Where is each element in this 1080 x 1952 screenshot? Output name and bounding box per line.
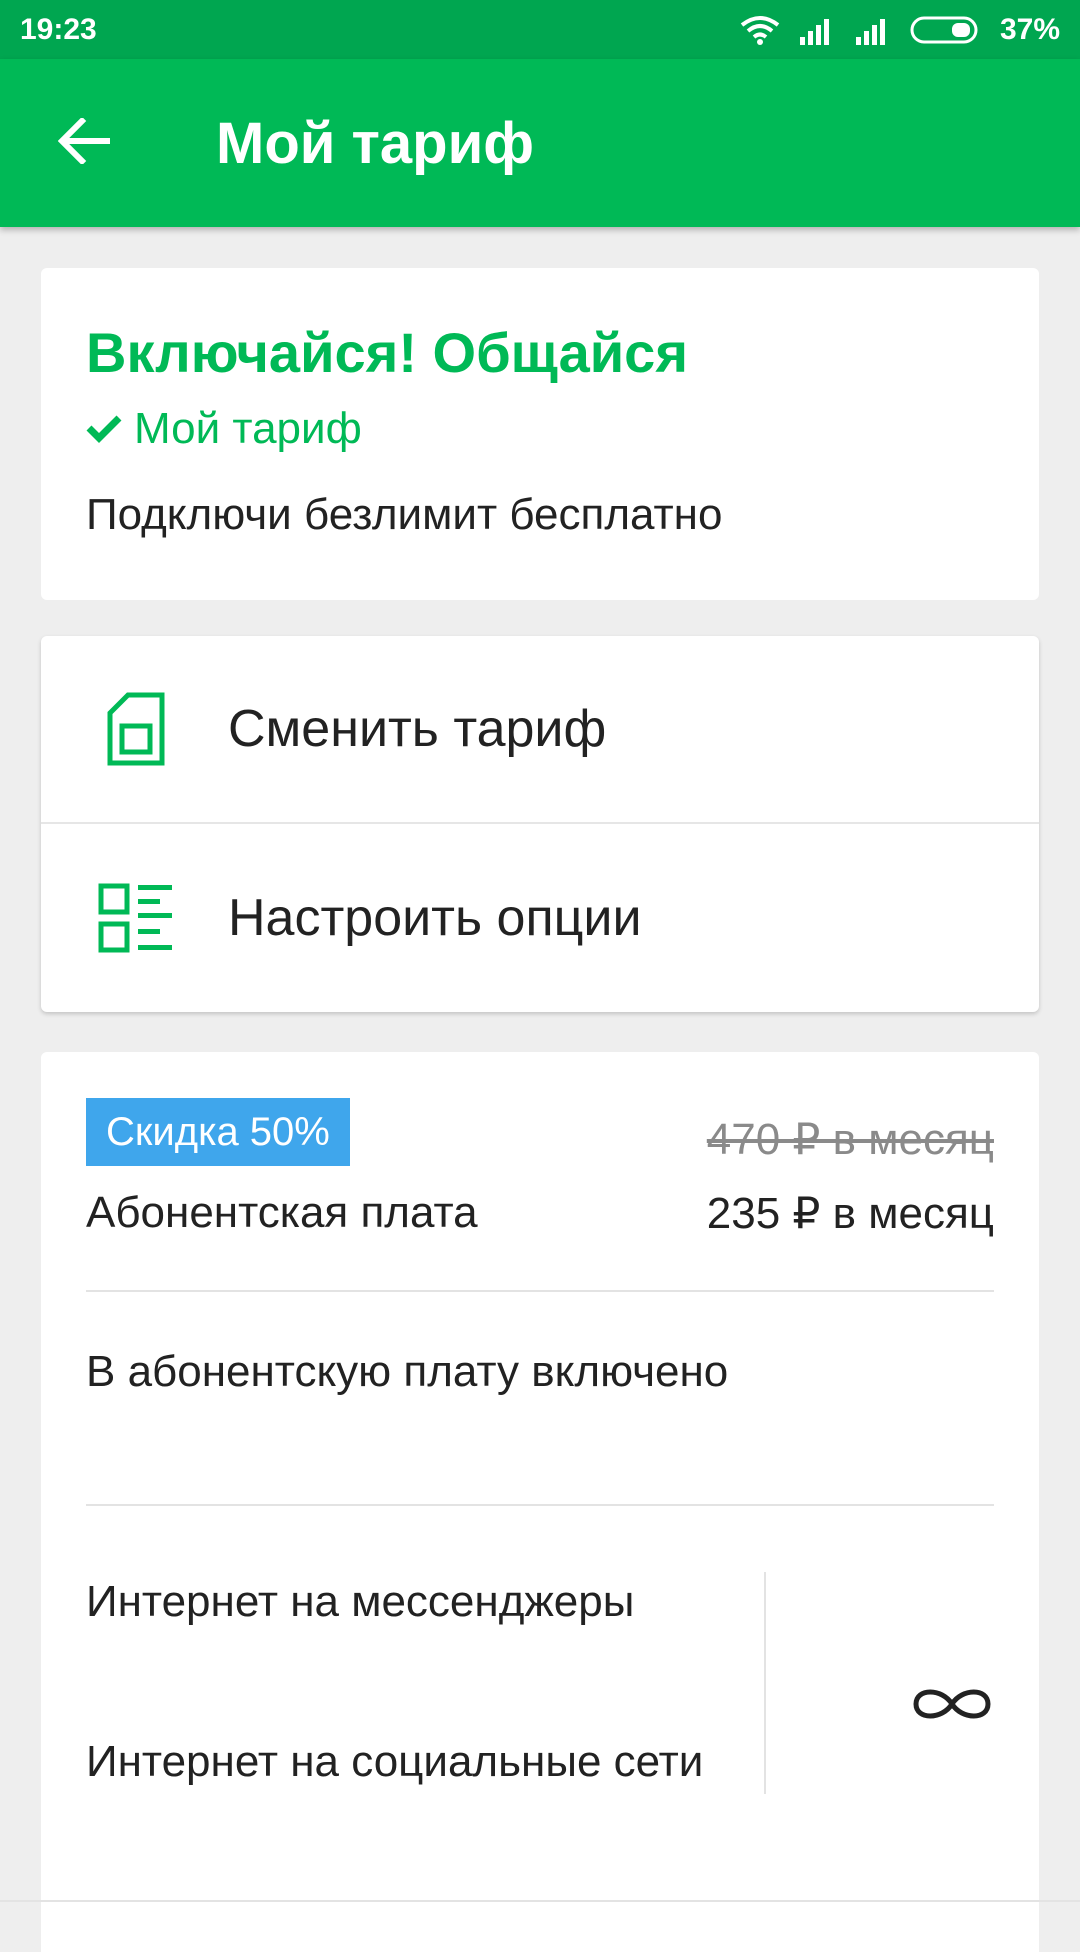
signal-icon: [854, 15, 892, 45]
check-icon: [86, 404, 122, 454]
actions-card: Сменить тариф Настроить опции: [41, 636, 1039, 1012]
fee-card: Скидка 50% 470 ₽ в месяц Абонентская пла…: [41, 1052, 1039, 1952]
bottom-divider: [0, 1900, 1080, 1902]
status-bar: 19:23 37%: [0, 0, 1080, 59]
divider: [86, 1290, 994, 1292]
feature-messengers: Интернет на мессенджеры: [86, 1577, 635, 1626]
sim-card-icon: [91, 684, 181, 774]
signal-icon: [798, 15, 836, 45]
vertical-divider: [764, 1572, 766, 1794]
options-list-icon: [91, 873, 181, 963]
battery-percent: 37%: [999, 12, 1060, 46]
infinity-icon: [910, 1684, 994, 1729]
status-icons: 37%: [740, 13, 1060, 47]
new-price: 235 ₽ в месяц: [706, 1189, 994, 1238]
tariff-description: Подключи безлимит бесплатно: [86, 490, 723, 539]
old-price: 470 ₽ в месяц: [706, 1115, 994, 1164]
current-tariff-badge: Мой тариф: [86, 404, 362, 454]
current-tariff-label: Мой тариф: [134, 404, 362, 453]
change-tariff-button[interactable]: Сменить тариф: [41, 636, 1039, 824]
fee-label: Абонентская плата: [86, 1188, 478, 1237]
configure-options-label: Настроить опции: [228, 889, 642, 947]
page-title: Мой тариф: [216, 110, 535, 176]
included-title: В абонентскую плату включено: [86, 1347, 729, 1396]
divider: [86, 1504, 994, 1506]
change-tariff-label: Сменить тариф: [228, 700, 607, 758]
tariff-card: Включайся! Общайся Мой тариф Подключи бе…: [41, 268, 1039, 600]
wifi-icon: [740, 15, 780, 45]
feature-social-networks: Интернет на социальные сети: [86, 1737, 704, 1786]
status-time: 19:23: [20, 12, 97, 46]
app-bar: Мой тариф: [0, 59, 1080, 227]
tariff-name: Включайся! Общайся: [86, 321, 688, 384]
back-button[interactable]: [42, 101, 126, 185]
discount-badge: Скидка 50%: [86, 1098, 350, 1166]
configure-options-button[interactable]: Настроить опции: [41, 824, 1039, 1012]
arrow-left-icon: [57, 116, 111, 169]
battery-icon: [910, 15, 982, 45]
